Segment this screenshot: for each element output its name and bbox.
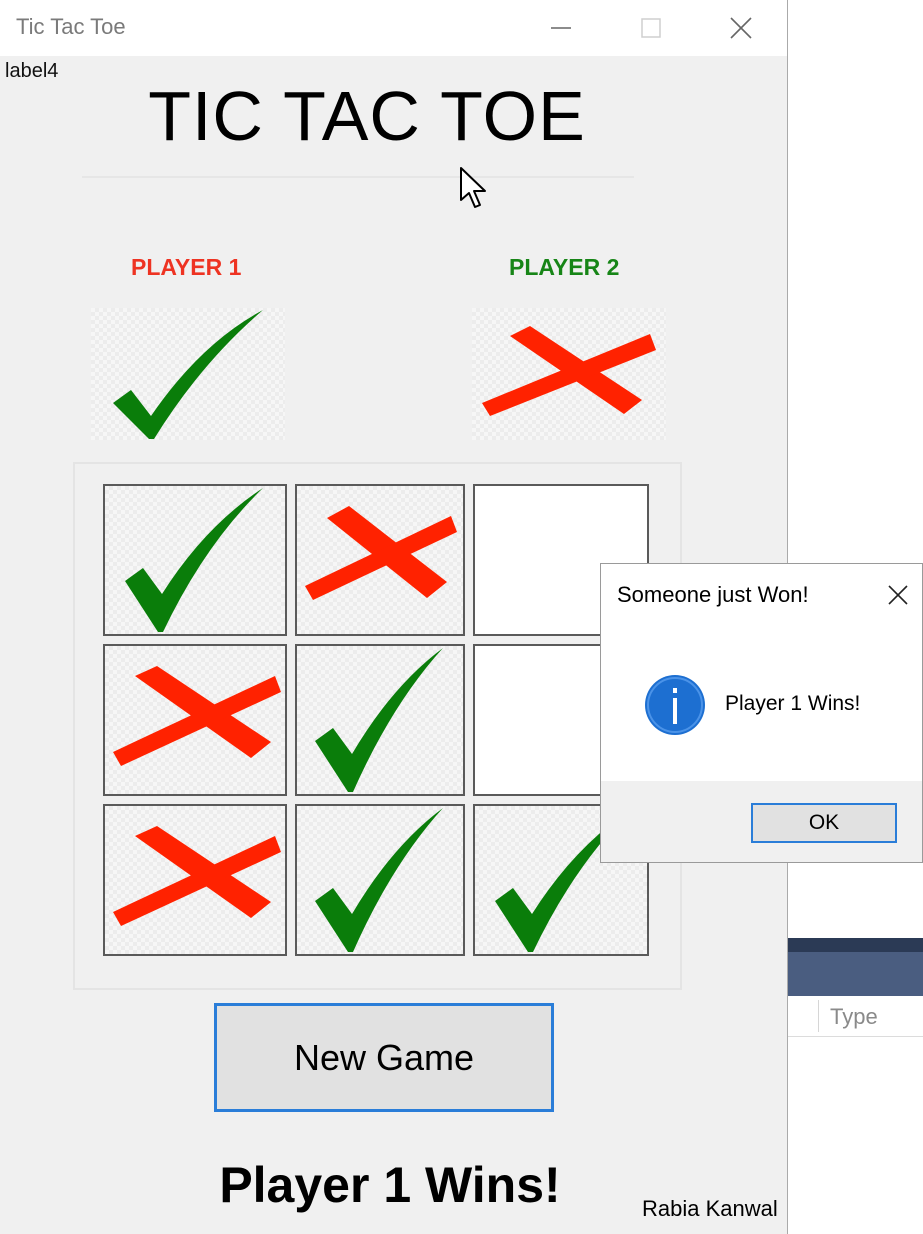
author-label: Rabia Kanwal [642, 1196, 778, 1221]
cross-icon [482, 326, 656, 416]
column-header-type[interactable]: Type [830, 1004, 878, 1030]
title-bar[interactable]: Tic Tac Toe [0, 0, 787, 56]
board-cell-r2c2[interactable] [295, 644, 465, 796]
title-divider [82, 176, 634, 178]
close-icon [888, 585, 908, 605]
dialog-message: Player 1 Wins! [725, 692, 861, 715]
cross-icon [305, 506, 457, 600]
window-title: Tic Tac Toe [16, 14, 126, 39]
game-board [73, 462, 682, 990]
minimize-button[interactable] [516, 0, 606, 56]
info-icon [645, 675, 705, 735]
board-cell-r2c1[interactable] [103, 644, 287, 796]
background-app-toolbar [788, 938, 923, 952]
check-icon [315, 648, 443, 792]
new-game-button[interactable]: New Game [214, 1003, 554, 1112]
winner-dialog: Someone just Won! Player 1 Wins! OK [600, 563, 923, 863]
column-separator [818, 1000, 819, 1032]
minimize-icon [551, 27, 571, 29]
check-icon [125, 488, 263, 632]
debug-label: label4 [5, 60, 59, 82]
board-cell-r1c1[interactable] [103, 484, 287, 636]
background-app-tabbar [788, 952, 923, 996]
player1-symbol [91, 308, 285, 440]
mouse-cursor-icon [460, 167, 486, 208]
dialog-title: Someone just Won! [617, 582, 809, 607]
dialog-close-button[interactable] [879, 578, 917, 612]
close-icon [730, 17, 752, 39]
board-cell-r3c1[interactable] [103, 804, 287, 956]
player1-label: PLAYER 1 [131, 254, 242, 280]
check-icon [113, 310, 263, 439]
board-cell-r3c2[interactable] [295, 804, 465, 956]
game-status: Player 1 Wins! [219, 1157, 561, 1213]
dialog-footer: OK [601, 781, 922, 862]
game-title: TIC TAC TOE [148, 77, 586, 155]
player2-label: PLAYER 2 [509, 254, 620, 280]
check-icon [315, 808, 443, 952]
background-app-table-header: Type [788, 996, 923, 1037]
cross-icon [113, 666, 281, 766]
maximize-button[interactable] [606, 0, 696, 56]
maximize-icon [641, 18, 661, 38]
board-cell-r1c2[interactable] [295, 484, 465, 636]
close-button[interactable] [696, 0, 786, 56]
player2-symbol [472, 308, 666, 440]
ok-button[interactable]: OK [751, 803, 897, 843]
cross-icon [113, 826, 281, 926]
